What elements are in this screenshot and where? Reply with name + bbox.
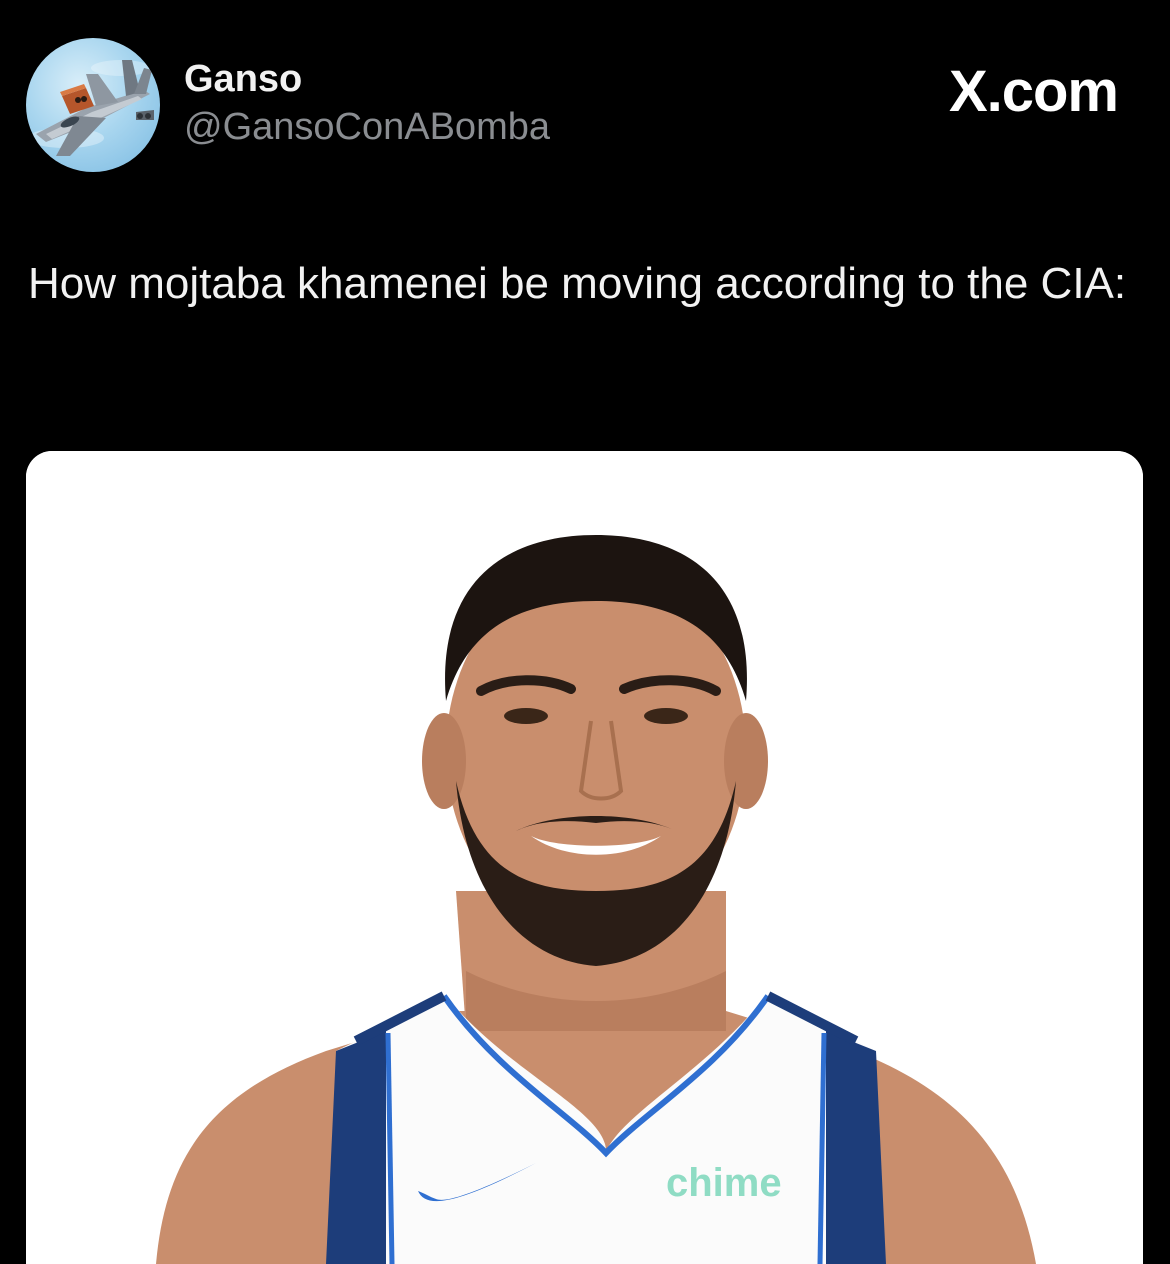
tweet-header: Ganso @GansoConABomba X.com — [26, 38, 1144, 172]
jersey-sponsor-text: chime — [666, 1161, 782, 1205]
tweet-media[interactable]: chime — [26, 451, 1143, 1264]
fighter-jet-icon — [28, 60, 154, 156]
display-name[interactable]: Ganso — [184, 56, 550, 102]
user-info[interactable]: Ganso @GansoConABomba — [184, 56, 550, 150]
player-photo: chime — [26, 451, 1143, 1264]
tweet-card: Ganso @GansoConABomba X.com How mojtaba … — [0, 0, 1170, 1264]
tweet-text: How mojtaba khamenei be moving according… — [28, 259, 1127, 308]
user-handle[interactable]: @GansoConABomba — [184, 104, 550, 150]
x-brand-label: X.com — [948, 59, 1119, 124]
avatar[interactable] — [26, 38, 160, 172]
